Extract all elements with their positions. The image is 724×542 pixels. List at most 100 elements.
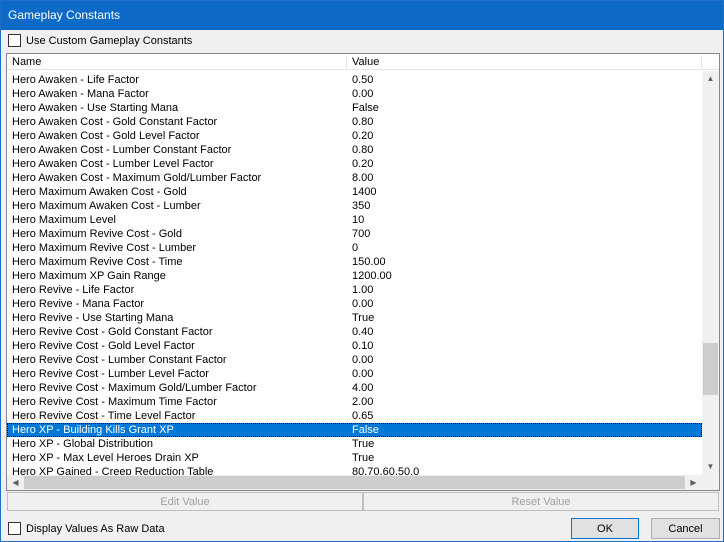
row-value: 10 (352, 214, 365, 226)
row-name: Hero Revive - Use Starting Mana (12, 312, 174, 324)
reset-value-button[interactable]: Reset Value (363, 492, 719, 511)
row-value: 0 (352, 242, 359, 254)
table-row[interactable]: Hero XP - Max Level Heroes Drain XP True (7, 451, 702, 465)
row-value: 4.00 (352, 382, 374, 394)
raw-data-label: Display Values As Raw Data (26, 523, 165, 535)
row-name: Hero Revive - Life Factor (12, 284, 135, 296)
table-row[interactable]: Hero Maximum Revive Cost - Lumber 0 (7, 241, 702, 255)
row-value: 700 (352, 228, 371, 240)
row-name: Hero Awaken Cost - Gold Constant Factor (12, 116, 218, 128)
row-name: Hero Awaken Cost - Lumber Level Factor (12, 158, 214, 170)
gameplay-constants-dialog: Gameplay Constants Use Custom Gameplay C… (0, 0, 724, 542)
row-name: Hero Maximum Awaken Cost - Lumber (12, 200, 201, 212)
table-row[interactable]: Hero Revive Cost - Maximum Time Factor 2.… (7, 395, 702, 409)
row-name: Hero Maximum Level (12, 214, 116, 226)
row-name: Hero Awaken - Life Factor (12, 74, 139, 86)
table-row[interactable]: Hero Maximum XP Gain Range 1200.00 (7, 269, 702, 283)
use-custom-label: Use Custom Gameplay Constants (26, 35, 193, 47)
title-bar: Gameplay Constants (1, 1, 723, 30)
row-name: Hero Revive Cost - Maximum Gold/Lumber F… (12, 382, 257, 394)
table-row[interactable]: Hero Awaken - Mana Factor 0.00 (7, 87, 702, 101)
list-rows: Hero Awaken - Life Factor 0.50 Hero Awaken… (7, 73, 702, 476)
row-value: True (352, 438, 375, 450)
row-name: Hero XP - Global Distribution (12, 438, 154, 450)
scroll-left-icon[interactable]: ◀ (8, 475, 23, 490)
ok-button[interactable]: OK (571, 518, 639, 539)
raw-data-checkbox[interactable] (8, 522, 21, 535)
table-row[interactable]: Hero Revive - Life Factor 1.00 (7, 283, 702, 297)
row-name: Hero Maximum Awaken Cost - Gold (12, 186, 187, 198)
column-header-value[interactable]: Value (347, 54, 702, 70)
table-row[interactable]: Hero Revive Cost - Time Level Factor 0.65 (7, 409, 702, 423)
table-row[interactable]: Hero Awaken Cost - Lumber Level Factor 0.… (7, 157, 702, 171)
row-name: Hero Maximum Revive Cost - Time (12, 256, 183, 268)
vertical-scrollbar[interactable]: ▲ ▼ (702, 71, 719, 475)
row-value: 350 (352, 200, 371, 212)
row-name: Hero Revive Cost - Maximum Time Factor (12, 396, 217, 408)
row-name: Hero Awaken Cost - Maximum Gold/Lumber F… (12, 172, 262, 184)
row-value: 2.00 (352, 396, 374, 408)
table-row[interactable]: Hero Awaken - Life Factor 0.50 (7, 73, 702, 87)
table-row[interactable]: Hero Revive Cost - Lumber Level Factor 0.… (7, 367, 702, 381)
table-row[interactable]: Hero Revive Cost - Lumber Constant Facto… (7, 353, 702, 367)
row-value: 1200.00 (352, 270, 392, 282)
cancel-button[interactable]: Cancel (651, 518, 720, 539)
row-value: 0.50 (352, 74, 374, 86)
horizontal-scrollbar[interactable]: ◀ ▶ (7, 475, 702, 490)
table-row[interactable]: Hero Awaken Cost - Lumber Constant Facto… (7, 143, 702, 157)
table-row[interactable]: Hero Awaken Cost - Gold Constant Factor 0… (7, 115, 702, 129)
row-value: 0.00 (352, 354, 374, 366)
table-row[interactable]: Hero Maximum Awaken Cost - Lumber 350 (7, 199, 702, 213)
row-name: Hero Revive Cost - Gold Level Factor (12, 340, 195, 352)
vertical-scroll-thumb[interactable] (703, 343, 718, 395)
row-value: 0.65 (352, 410, 374, 422)
row-value: 0.80 (352, 144, 374, 156)
window-title: Gameplay Constants (8, 8, 121, 22)
column-header-name[interactable]: Name (7, 54, 347, 70)
scroll-right-icon[interactable]: ▶ (686, 475, 701, 490)
table-row[interactable]: Hero Maximum Awaken Cost - Gold 1400 (7, 185, 702, 199)
list-header: Name Value (7, 54, 719, 70)
table-row[interactable]: Hero Revive - Mana Factor 0.00 (7, 297, 702, 311)
row-value: 0.20 (352, 130, 374, 142)
row-value: 0.00 (352, 368, 374, 380)
scroll-up-icon[interactable]: ▲ (703, 71, 718, 86)
table-row[interactable]: Hero Revive Cost - Maximum Gold/Lumber F… (7, 381, 702, 395)
row-value: 0.20 (352, 158, 374, 170)
constants-list: Name Value Hero Awaken - Life Factor 0.50… (6, 53, 720, 491)
table-row[interactable]: Hero Awaken Cost - Gold Level Factor 0.20 (7, 129, 702, 143)
row-name: Hero Maximum XP Gain Range (12, 270, 166, 282)
row-name: Hero Maximum Revive Cost - Gold (12, 228, 182, 240)
row-name: Hero XP - Max Level Heroes Drain XP (12, 452, 199, 464)
row-value: False (352, 424, 379, 436)
table-row[interactable]: Hero Maximum Revive Cost - Time 150.00 (7, 255, 702, 269)
table-row[interactable]: Hero Awaken Cost - Maximum Gold/Lumber F… (7, 171, 702, 185)
row-name: Hero Awaken - Use Starting Mana (12, 102, 179, 114)
row-value: 0.00 (352, 298, 374, 310)
row-name: Hero Revive Cost - Lumber Level Factor (12, 368, 209, 380)
table-row[interactable]: Hero Revive - Use Starting Mana True (7, 311, 702, 325)
use-custom-checkbox[interactable] (8, 34, 21, 47)
table-row[interactable]: Hero Revive Cost - Gold Constant Factor 0… (7, 325, 702, 339)
table-row[interactable]: Hero Maximum Level 10 (7, 213, 702, 227)
row-name: Hero Revive Cost - Gold Constant Factor (12, 326, 213, 338)
scrollbar-corner (702, 475, 719, 490)
table-row[interactable]: Hero XP - Global Distribution True (7, 437, 702, 451)
row-value: 1400 (352, 186, 377, 198)
row-value: 0.80 (352, 116, 374, 128)
row-name: Hero Awaken - Mana Factor (12, 88, 149, 100)
edit-value-button[interactable]: Edit Value (7, 492, 363, 511)
row-name: Hero Awaken Cost - Gold Level Factor (12, 130, 200, 142)
table-row[interactable]: Hero Maximum Revive Cost - Gold 700 (7, 227, 702, 241)
scroll-down-icon[interactable]: ▼ (703, 459, 718, 474)
horizontal-scroll-thumb[interactable] (24, 476, 685, 489)
row-name: Hero XP - Building Kills Grant XP (12, 424, 174, 436)
table-row[interactable]: Hero Revive Cost - Gold Level Factor 0.10 (7, 339, 702, 353)
row-value: True (352, 452, 375, 464)
row-name: Hero Revive Cost - Time Level Factor (12, 410, 196, 422)
table-row[interactable]: Hero XP - Building Kills Grant XP False (7, 423, 702, 437)
row-value: 0.40 (352, 326, 374, 338)
row-value: 150.00 (352, 256, 386, 268)
row-value: False (352, 102, 379, 114)
table-row[interactable]: Hero Awaken - Use Starting Mana False (7, 101, 702, 115)
